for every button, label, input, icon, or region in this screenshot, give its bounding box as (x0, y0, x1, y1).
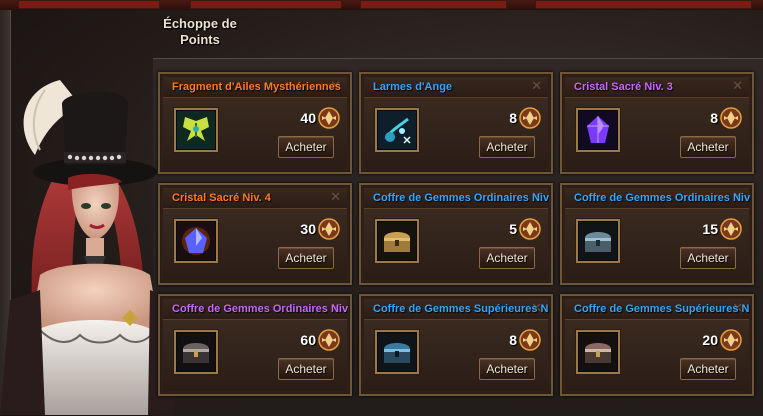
buy-button[interactable]: Acheter (680, 136, 736, 158)
character-portrait (0, 80, 175, 415)
ornate-chest-icon (579, 333, 617, 371)
item-price: 15 (702, 221, 718, 237)
purple-crystal-icon (579, 111, 617, 149)
shop-title-line1: Échoppe de (163, 16, 237, 31)
shop-card: ✕ Coffre de Gemmes Ordinaires Niv 60 Ach… (158, 294, 352, 396)
shop-card: ✕ Coffre de Gemmes Supérieures N 8 Achet… (359, 294, 553, 396)
shop-card: ✕ Fragment d'Ailes Mysthériennes 40 Ache… (158, 72, 352, 174)
wings-fragment-icon (177, 111, 215, 149)
item-slot[interactable] (174, 330, 218, 374)
points-coin-icon (519, 329, 541, 351)
item-slot[interactable] (576, 108, 620, 152)
item-slot[interactable] (174, 219, 218, 263)
item-name: Cristal Sacré Niv. 3 (574, 81, 673, 93)
item-price: 5 (509, 221, 517, 237)
points-coin-icon (720, 107, 742, 129)
buy-button[interactable]: Acheter (278, 358, 334, 380)
shop-card: ✕ Coffre de Gemmes Ordinaires Niv 15 Ach… (560, 183, 754, 285)
dark-chest-icon (177, 333, 215, 371)
item-price: 60 (300, 332, 316, 348)
item-slot[interactable] (375, 219, 419, 263)
shop-card: ✕ Coffre de Gemmes Ordinaires Niv 5 Ache… (359, 183, 553, 285)
shop-card: ✕ Cristal Sacré Niv. 3 8 Acheter (560, 72, 754, 174)
top-tab-4[interactable] (535, 0, 752, 9)
top-tab-3[interactable] (360, 0, 507, 9)
item-name: Coffre de Gemmes Ordinaires Niv (574, 192, 750, 204)
item-price: 8 (710, 110, 718, 126)
item-slot[interactable] (576, 219, 620, 263)
silver-chest-icon (579, 222, 617, 260)
shop-card: ✕ Cristal Sacré Niv. 4 30 Acheter (158, 183, 352, 285)
item-slot[interactable] (375, 108, 419, 152)
buy-button[interactable]: Acheter (278, 247, 334, 269)
points-coin-icon (318, 218, 340, 240)
item-slot[interactable] (174, 108, 218, 152)
buy-button[interactable]: Acheter (680, 247, 736, 269)
gold-chest-icon (378, 222, 416, 260)
blue-crystal-icon (177, 222, 215, 260)
shop-title: Échoppe de Points (150, 16, 250, 48)
shop-title-line2: Points (180, 32, 220, 47)
item-price: 20 (702, 332, 718, 348)
buy-button[interactable]: Acheter (479, 358, 535, 380)
item-name: Coffre de Gemmes Ordinaires Niv (172, 303, 348, 315)
item-price: 8 (509, 332, 517, 348)
item-name: Coffre de Gemmes Supérieures N (574, 303, 750, 315)
item-name: Cristal Sacré Niv. 4 (172, 192, 271, 204)
buy-button[interactable]: Acheter (479, 247, 535, 269)
item-price: 30 (300, 221, 316, 237)
item-price: 8 (509, 110, 517, 126)
points-coin-icon (720, 329, 742, 351)
shop-card: ✕ Coffre de Gemmes Supérieures N 20 Ache… (560, 294, 754, 396)
points-coin-icon (519, 107, 541, 129)
shop-card: ✕ Larmes d'Ange 8 Acheter (359, 72, 553, 174)
item-name: Coffre de Gemmes Ordinaires Niv (373, 192, 549, 204)
item-name: Coffre de Gemmes Supérieures N (373, 303, 549, 315)
angel-tears-icon (378, 111, 416, 149)
top-tab-2[interactable] (190, 0, 342, 9)
buy-button[interactable]: Acheter (278, 136, 334, 158)
points-coin-icon (318, 107, 340, 129)
points-coin-icon (318, 329, 340, 351)
item-name: Fragment d'Ailes Mysthériennes (172, 81, 341, 93)
item-price: 40 (300, 110, 316, 126)
top-tab-1[interactable] (18, 0, 160, 9)
points-coin-icon (720, 218, 742, 240)
buy-button[interactable]: Acheter (680, 358, 736, 380)
item-slot[interactable] (576, 330, 620, 374)
points-coin-icon (519, 218, 541, 240)
item-slot[interactable] (375, 330, 419, 374)
item-name: Larmes d'Ange (373, 81, 453, 93)
blue-chest-icon (378, 333, 416, 371)
buy-button[interactable]: Acheter (479, 136, 535, 158)
